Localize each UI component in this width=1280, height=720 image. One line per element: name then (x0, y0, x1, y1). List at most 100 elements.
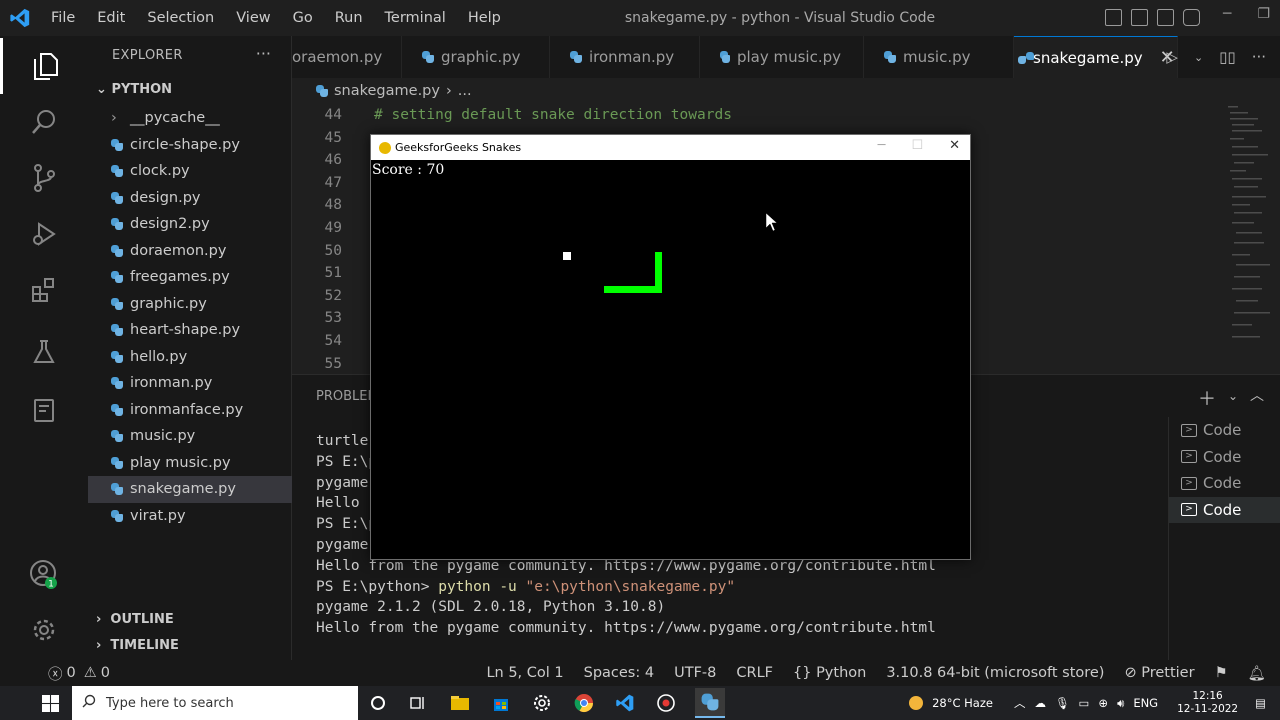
game-canvas[interactable] (371, 160, 970, 559)
tree-item[interactable]: play music.py (88, 450, 292, 477)
tree-item[interactable]: virat.py (88, 503, 292, 530)
microphone-icon[interactable]: 🎙︎ (1055, 696, 1070, 710)
tree-item[interactable]: music.py (88, 423, 292, 450)
store-icon[interactable] (489, 691, 513, 715)
python-interpreter[interactable]: 3.10.8 64-bit (microsoft store) (886, 665, 1104, 681)
chevron-up-icon[interactable]: ︿ (1014, 695, 1026, 711)
source-control-icon[interactable] (0, 150, 88, 206)
notifications-bell-icon[interactable]: 🔔︎ (1248, 665, 1266, 682)
taskbar-search[interactable]: Type here to search (72, 686, 358, 720)
chevron-down-icon[interactable]: ⌄ (1194, 48, 1203, 66)
prettier-status[interactable]: ⊘ Prettier (1124, 665, 1194, 681)
menu-file[interactable]: File (40, 10, 86, 26)
tab-snakegame[interactable]: snakegame.py ✕ (1014, 36, 1178, 78)
outline-section[interactable]: › OUTLINE (96, 612, 174, 627)
tree-item-pycache[interactable]: › __pycache__ (88, 105, 292, 132)
windows-start-icon[interactable] (38, 691, 62, 715)
notification-center-icon[interactable]: ▤ (1255, 696, 1266, 710)
run-file-icon[interactable]: ▷ (1166, 48, 1178, 66)
terminal-list-item[interactable]: > Code (1169, 417, 1280, 444)
feedback-icon[interactable]: ⚑ (1215, 665, 1228, 681)
extensions-icon[interactable] (0, 262, 88, 318)
settings-gear-icon[interactable] (530, 691, 554, 715)
timeline-section[interactable]: › TIMELINE (96, 638, 179, 653)
menu-selection[interactable]: Selection (136, 10, 225, 26)
new-terminal-icon[interactable]: ＋ (1198, 385, 1216, 411)
cloud-icon[interactable]: ☁ (1034, 696, 1046, 710)
minimap[interactable] (1226, 104, 1280, 344)
terminal-list-item[interactable]: > Code (1169, 444, 1280, 471)
tree-item[interactable]: circle-shape.py (88, 132, 292, 159)
search-icon[interactable] (0, 94, 88, 150)
minimize-icon[interactable]: ─ (1223, 6, 1231, 22)
tree-item[interactable]: graphic.py (88, 291, 292, 318)
tree-item[interactable]: clock.py (88, 158, 292, 185)
language-mode[interactable]: {} Python (793, 665, 866, 681)
menu-edit[interactable]: Edit (86, 10, 136, 26)
cortana-icon[interactable] (366, 691, 390, 715)
tree-item[interactable]: doraemon.py (88, 238, 292, 265)
remote-explorer-icon[interactable] (0, 382, 88, 438)
terminal-list-item-active[interactable]: > Code (1169, 496, 1280, 523)
tab-graphic[interactable]: graphic.py (402, 36, 550, 78)
account-icon[interactable]: 1 (0, 546, 88, 602)
menu-run[interactable]: Run (324, 10, 374, 26)
toggle-sidebar-icon[interactable] (1105, 9, 1122, 26)
breadcrumb-rest[interactable]: ... (458, 83, 472, 99)
toggle-secondary-sidebar-icon[interactable] (1157, 9, 1174, 26)
chrome-icon[interactable] (572, 691, 596, 715)
clock[interactable]: 12:16 12-11-2022 (1177, 690, 1238, 716)
minimize-icon[interactable]: ─ (878, 138, 886, 153)
tree-item[interactable]: design2.py (88, 211, 292, 238)
tree-item[interactable]: design.py (88, 185, 292, 212)
breadcrumb-file[interactable]: snakegame.py (334, 83, 440, 99)
menu-view[interactable]: View (225, 10, 281, 26)
restore-icon[interactable]: ❐ (1257, 6, 1270, 22)
encoding[interactable]: UTF-8 (674, 665, 716, 681)
maximize-icon[interactable]: ☐ (911, 138, 923, 153)
toggle-panel-icon[interactable] (1131, 9, 1148, 26)
task-view-icon[interactable] (406, 691, 430, 715)
tree-item[interactable]: heart-shape.py (88, 317, 292, 344)
tree-item[interactable]: ironmanface.py (88, 397, 292, 424)
customize-layout-icon[interactable] (1183, 9, 1200, 26)
pygame-window[interactable]: GeeksforGeeks Snakes ─ ☐ ✕ Score : 70 (370, 134, 971, 560)
cursor-position[interactable]: Ln 5, Col 1 (486, 665, 563, 681)
tab-music[interactable]: music.py (864, 36, 1014, 78)
tree-item[interactable]: ironman.py (88, 370, 292, 397)
split-editor-icon[interactable]: ▯▯ (1219, 48, 1236, 66)
file-explorer-icon[interactable] (448, 691, 472, 715)
tree-item-selected[interactable]: snakegame.py (88, 476, 292, 503)
tab-doraemon[interactable]: oraemon.py (292, 36, 402, 78)
network-globe-icon[interactable]: ⊕ (1098, 696, 1108, 710)
tab-ironman[interactable]: ironman.py (550, 36, 700, 78)
menu-terminal[interactable]: Terminal (374, 10, 457, 26)
chevron-up-icon[interactable]: ︿ (1250, 385, 1264, 411)
run-debug-icon[interactable] (0, 206, 88, 262)
settings-gear-icon[interactable] (0, 602, 88, 658)
vscode-taskbar-icon[interactable] (613, 691, 637, 715)
tree-item[interactable]: freegames.py (88, 264, 292, 291)
input-language[interactable]: ENG (1133, 696, 1158, 710)
line-ending[interactable]: CRLF (736, 665, 773, 681)
battery-icon[interactable]: ▭ (1079, 696, 1090, 710)
explorer-icon[interactable] (0, 38, 88, 94)
close-icon[interactable]: ✕ (949, 138, 960, 153)
screen-recorder-icon[interactable] (654, 691, 678, 715)
menu-go[interactable]: Go (282, 10, 324, 26)
pygame-titlebar[interactable]: GeeksforGeeks Snakes ─ ☐ ✕ (371, 135, 970, 160)
terminal-list-item[interactable]: > Code (1169, 470, 1280, 497)
weather-text[interactable]: 28°C Haze (932, 696, 993, 710)
volume-icon[interactable]: 🔊︎ (1117, 696, 1124, 711)
menu-help[interactable]: Help (457, 10, 512, 26)
testing-flask-icon[interactable] (0, 324, 88, 380)
chevron-down-icon[interactable]: ⌄ (1228, 385, 1238, 411)
python-taskbar-icon[interactable] (695, 688, 725, 718)
tab-play-music[interactable]: play music.py (700, 36, 864, 78)
folder-python[interactable]: ⌄ PYTHON (96, 82, 172, 97)
problems-indicator[interactable]: ⓧ 0 ⚠ 0 (0, 663, 110, 684)
tree-item[interactable]: hello.py (88, 344, 292, 371)
more-actions-icon[interactable]: ··· (1252, 48, 1266, 66)
indentation[interactable]: Spaces: 4 (584, 665, 654, 681)
more-actions-icon[interactable]: ··· (256, 44, 271, 63)
